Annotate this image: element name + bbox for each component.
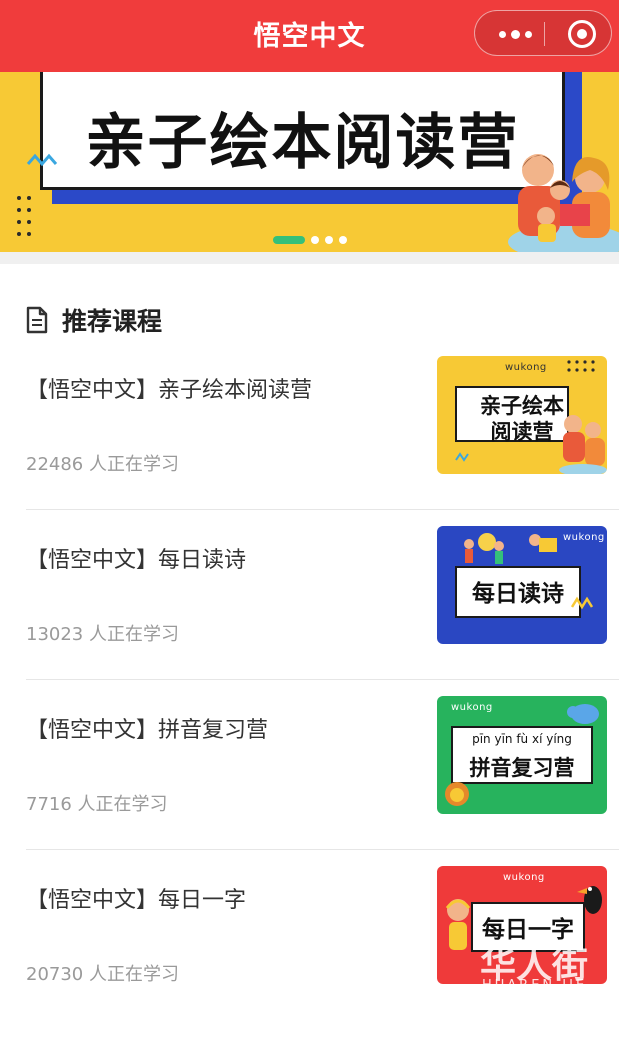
learner-count: 22486 人正在学习 bbox=[26, 454, 179, 475]
capsule-divider bbox=[544, 22, 545, 46]
course-item[interactable]: 【悟空中文】亲子绘本阅读营 22486 人正在学习 wukong 亲子绘本 阅读… bbox=[0, 356, 619, 542]
zigzag-decoration-icon bbox=[571, 596, 593, 610]
course-item[interactable]: 【悟空中文】拼音复习营 7716 人正在学习 wukong pīn yīn fù… bbox=[0, 696, 619, 882]
course-thumbnail[interactable]: wukong 亲子绘本 阅读营 bbox=[437, 356, 607, 474]
brand-label: wukong bbox=[563, 532, 605, 543]
close-target-icon[interactable] bbox=[568, 20, 596, 48]
banner-title: 亲子绘本阅读营 bbox=[85, 108, 520, 178]
recommended-header: 推荐课程 bbox=[26, 302, 162, 338]
course-title[interactable]: 【悟空中文】每日读诗 bbox=[26, 542, 246, 574]
reading-child-icon bbox=[529, 534, 557, 552]
row-divider bbox=[26, 509, 619, 510]
row-divider bbox=[26, 679, 619, 680]
brand-label: wukong bbox=[451, 702, 493, 713]
family-reading-illustration bbox=[508, 154, 619, 252]
course-item[interactable]: 【悟空中文】每日读诗 13023 人正在学习 wukong 每日读诗 bbox=[0, 526, 619, 712]
lion-icon bbox=[445, 782, 469, 806]
dot-grid-decoration-icon bbox=[567, 360, 595, 372]
watermark-subtext: HUAREN JIE bbox=[482, 978, 588, 993]
zigzag-decoration-icon bbox=[26, 153, 58, 167]
miniprogram-capsule[interactable] bbox=[474, 10, 612, 56]
brand-label: wukong bbox=[505, 362, 547, 373]
row-divider bbox=[26, 849, 619, 850]
course-thumbnail[interactable]: wukong 每日读诗 bbox=[437, 526, 607, 644]
document-icon bbox=[26, 306, 48, 334]
brand-label: wukong bbox=[503, 872, 545, 883]
children-illustration-icon bbox=[464, 533, 504, 564]
learner-count: 13023 人正在学习 bbox=[26, 624, 179, 645]
learner-count: 7716 人正在学习 bbox=[26, 794, 168, 815]
carousel-dot[interactable] bbox=[310, 236, 319, 244]
hero-banner[interactable]: 亲子绘本阅读营 bbox=[0, 72, 619, 252]
learner-count: 20730 人正在学习 bbox=[26, 964, 179, 985]
course-title[interactable]: 【悟空中文】拼音复习营 bbox=[26, 712, 268, 744]
thumbnail-pinyin: pīn yīn fù xí yíng bbox=[472, 732, 572, 746]
carousel-dot[interactable] bbox=[324, 236, 333, 244]
section-separator bbox=[0, 252, 619, 264]
more-icon[interactable] bbox=[493, 24, 537, 44]
carousel-dot[interactable] bbox=[338, 236, 347, 244]
family-illustration-icon bbox=[559, 415, 607, 474]
course-title[interactable]: 【悟空中文】亲子绘本阅读营 bbox=[26, 372, 312, 404]
nav-bar: 悟空中文 bbox=[0, 0, 619, 72]
section-title: 推荐课程 bbox=[62, 307, 163, 336]
thumbnail-line-1: 拼音复习营 bbox=[469, 756, 575, 780]
carousel-indicator[interactable] bbox=[0, 236, 619, 244]
carousel-dot-active[interactable] bbox=[272, 236, 305, 244]
elephant-icon bbox=[567, 704, 599, 724]
course-title[interactable]: 【悟空中文】每日一字 bbox=[26, 882, 246, 914]
zigzag-decoration-icon bbox=[455, 452, 469, 462]
course-thumbnail[interactable]: wukong pīn yīn fù xí yíng 拼音复习营 bbox=[437, 696, 607, 814]
watermark-logo: 华人街 HUAREN JIE bbox=[470, 930, 619, 999]
